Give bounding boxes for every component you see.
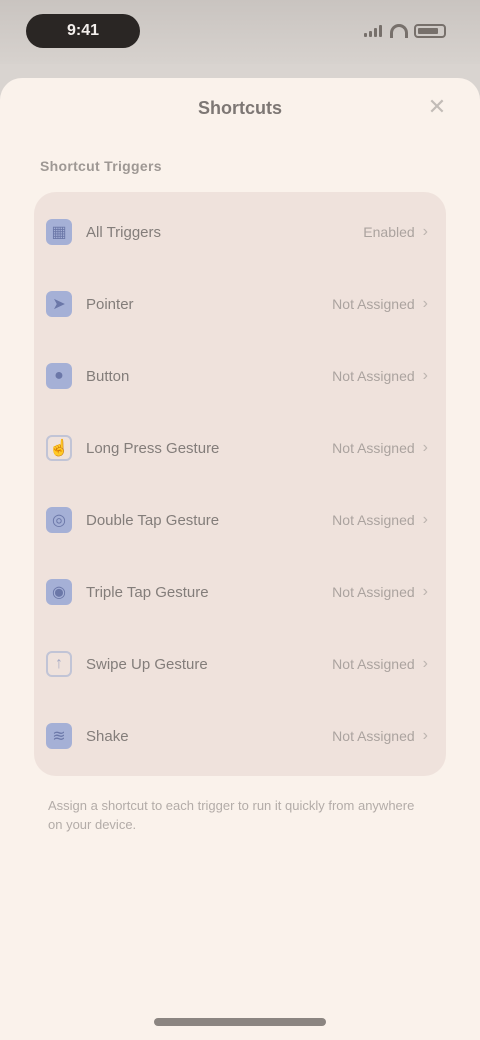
status-icons (364, 20, 446, 42)
row-label: Triple Tap Gesture (86, 583, 209, 601)
chevron-right-icon: › (422, 295, 428, 312)
row-label: Pointer (86, 295, 134, 313)
row-shake[interactable]: ≋ Shake Not Assigned › (34, 700, 446, 772)
row-label: Swipe Up Gesture (86, 655, 208, 673)
row-value: Not Assigned (332, 512, 415, 528)
row-label: Long Press Gesture (86, 439, 220, 457)
row-label: Button (86, 367, 130, 385)
chevron-right-icon: › (422, 223, 428, 240)
row-label: Double Tap Gesture (86, 511, 220, 529)
status-time: 9:41 (26, 14, 140, 48)
row-double-tap[interactable]: ◎ Double Tap Gesture Not Assigned › (34, 484, 446, 556)
home-indicator[interactable] (154, 1018, 326, 1026)
chevron-right-icon: › (422, 655, 428, 672)
chevron-right-icon: › (422, 583, 428, 600)
chevron-right-icon: › (422, 727, 428, 744)
button-icon: ● (46, 363, 72, 389)
battery-icon (414, 24, 446, 38)
row-label: Shake (86, 727, 129, 745)
status-bar: 9:41 (0, 0, 480, 64)
sheet-title: Shortcuts (197, 97, 282, 118)
swipe-icon: ↑ (46, 651, 72, 677)
shake-icon: ≋ (46, 723, 72, 749)
row-value: Not Assigned (332, 368, 415, 384)
sheet-header: Shortcuts ✕ (0, 78, 480, 138)
triple-tap-icon: ◉ (46, 579, 72, 605)
row-swipe-up[interactable]: ↑ Swipe Up Gesture Not Assigned › (34, 628, 446, 700)
chevron-right-icon: › (422, 511, 428, 528)
row-value: Not Assigned (332, 728, 415, 744)
grid-icon: ▦ (46, 219, 72, 245)
row-all-triggers[interactable]: ▦ All Triggers Enabled › (34, 196, 446, 268)
row-button[interactable]: ● Button Not Assigned › (34, 340, 446, 412)
settings-sheet: Shortcuts ✕ Shortcut Triggers ▦ All Trig… (0, 78, 480, 1040)
row-value: Not Assigned (332, 656, 415, 672)
pointer-icon: ➤ (46, 291, 72, 317)
chevron-right-icon: › (422, 439, 428, 456)
footnote: Assign a shortcut to each trigger to run… (48, 798, 415, 832)
wifi-icon (390, 24, 408, 38)
row-value: Not Assigned (332, 584, 415, 600)
row-value: Enabled (363, 224, 415, 240)
row-value: Not Assigned (332, 440, 415, 456)
row-pointer[interactable]: ➤ Pointer Not Assigned › (34, 268, 446, 340)
hand-icon: ☝ (46, 435, 72, 461)
row-triple-tap[interactable]: ◉ Triple Tap Gesture Not Assigned › (34, 556, 446, 628)
double-tap-icon: ◎ (46, 507, 72, 533)
triggers-card: ▦ All Triggers Enabled › ➤ Pointer Not A… (34, 192, 446, 776)
row-value: Not Assigned (332, 296, 415, 312)
row-label: All Triggers (86, 223, 162, 241)
chevron-right-icon: › (422, 367, 428, 384)
signal-icon (364, 25, 384, 37)
row-long-press[interactable]: ☝ Long Press Gesture Not Assigned › (34, 412, 446, 484)
section-title: Shortcut Triggers (40, 158, 162, 174)
close-icon[interactable]: ✕ (426, 96, 448, 118)
